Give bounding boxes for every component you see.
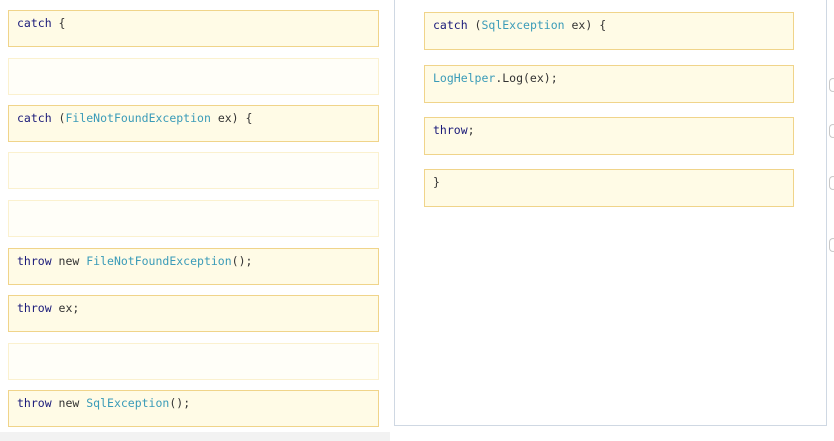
snippet-empty-slot[interactable]	[8, 152, 379, 189]
code-text-token: ();	[231, 254, 253, 268]
code-text-token: }	[433, 175, 440, 189]
snippet-throw-ex[interactable]: throw ex;	[8, 295, 379, 332]
code-text-token: ;	[467, 123, 475, 137]
radio-edge-icon[interactable]	[829, 238, 834, 252]
snippet-empty-slot[interactable]	[8, 343, 379, 380]
code-keyword-token: throw	[433, 123, 468, 137]
radio-edge-icon[interactable]	[829, 176, 834, 190]
snippet-catch-plain[interactable]: catch {	[8, 10, 379, 47]
code-keyword-token: throw	[17, 254, 52, 268]
target-loghelper-log[interactable]: LogHelper.Log(ex);	[424, 65, 794, 103]
code-text-token: new	[51, 254, 87, 268]
code-keyword-token: throw	[17, 396, 52, 410]
code-text-token: ex) {	[210, 111, 253, 125]
code-text-token: {	[51, 16, 66, 30]
code-text-token: new	[51, 396, 87, 410]
answer-target-panel	[394, 0, 827, 426]
snippet-catch-filenotfound[interactable]: catch (FileNotFoundException ex) {	[8, 105, 379, 142]
snippet-throw-new-sql[interactable]: throw new SqlException();	[8, 390, 379, 427]
code-text-token: (	[51, 111, 66, 125]
panel-divider	[0, 432, 390, 441]
code-type-token: FileNotFoundException	[86, 254, 232, 268]
radio-edge-icon[interactable]	[829, 124, 834, 138]
code-keyword-token: catch	[433, 18, 468, 32]
snippet-throw-new-filenotfound[interactable]: throw new FileNotFoundException();	[8, 248, 379, 285]
code-type-token: SqlException	[481, 18, 565, 32]
target-close-brace[interactable]: }	[424, 169, 794, 207]
code-type-token: LogHelper	[433, 71, 496, 85]
code-text-token: ex;	[51, 301, 80, 315]
code-text-token: ();	[169, 396, 191, 410]
snippet-empty-slot[interactable]	[8, 200, 379, 237]
code-keyword-token: throw	[17, 301, 52, 315]
code-type-token: FileNotFoundException	[65, 111, 211, 125]
source-snippet-panel: catch { catch (FileNotFoundException ex)…	[0, 0, 388, 438]
right-edge-strip	[827, 0, 834, 441]
radio-edge-icon[interactable]	[829, 78, 834, 92]
drag-drop-code-exercise: catch { catch (FileNotFoundException ex)…	[0, 0, 834, 441]
target-throw[interactable]: throw;	[424, 117, 794, 155]
code-text-token: ex) {	[564, 18, 607, 32]
snippet-empty-slot[interactable]	[8, 58, 379, 95]
code-keyword-token: catch	[17, 16, 52, 30]
code-type-token: SqlException	[86, 396, 170, 410]
code-keyword-token: catch	[17, 111, 52, 125]
code-text-token: .Log(ex);	[495, 71, 558, 85]
code-text-token: (	[467, 18, 482, 32]
target-catch-sql[interactable]: catch (SqlException ex) {	[424, 12, 794, 50]
